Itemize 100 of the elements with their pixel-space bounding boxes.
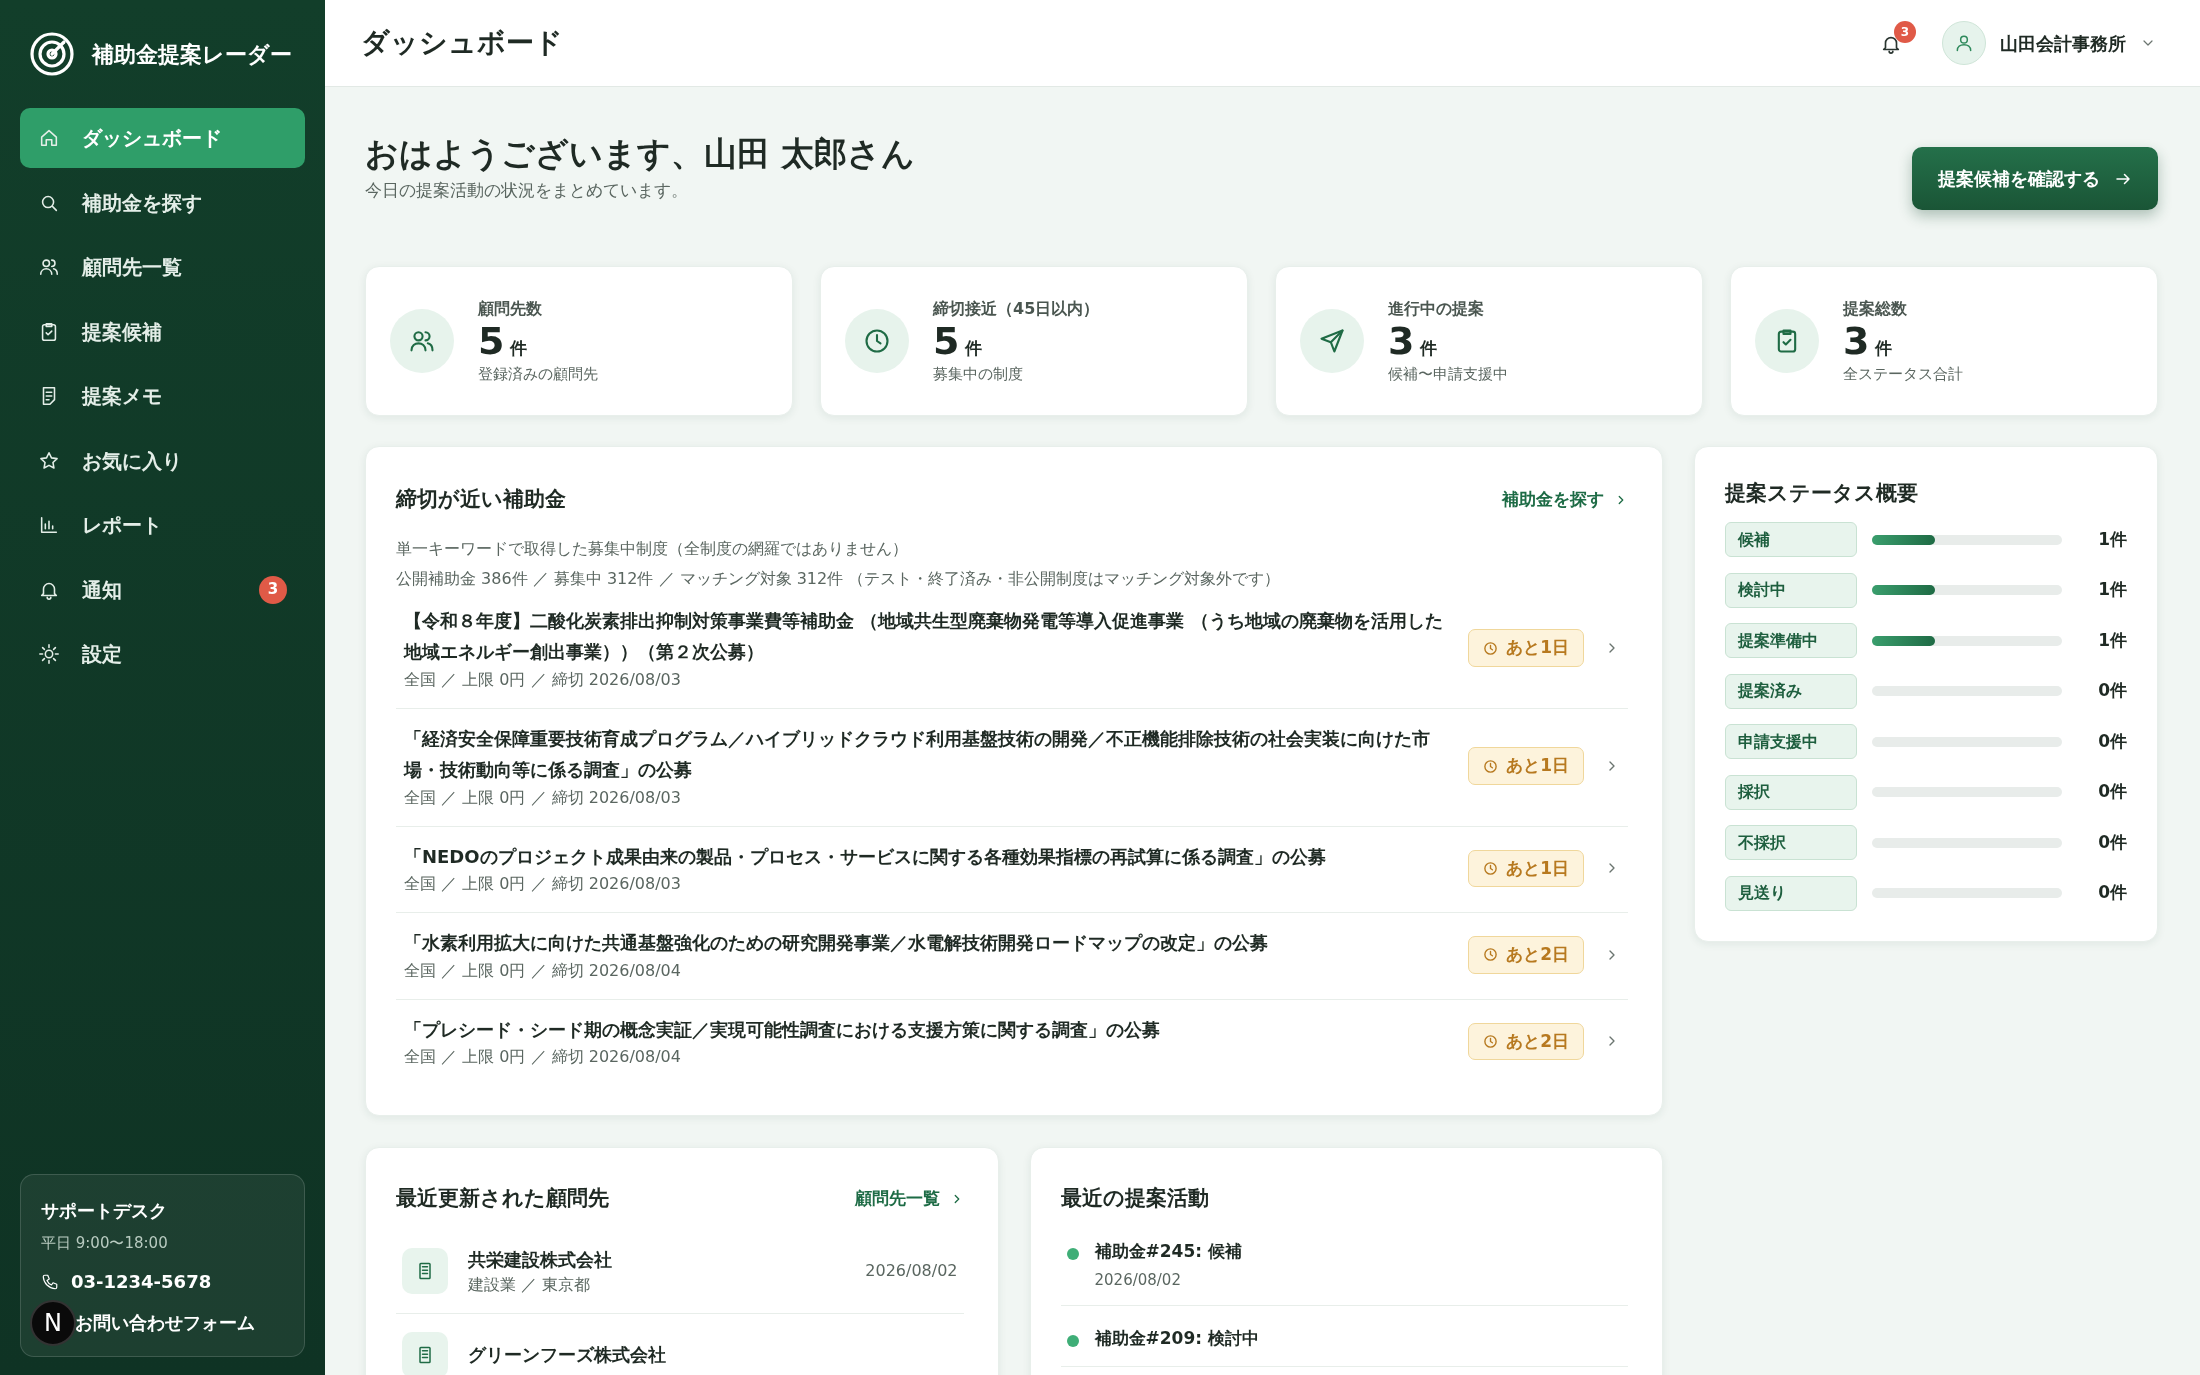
subsidy-title: 「経済安全保障重要技術育成プログラム／ハイブリッドクラウド利用基盤技術の開発／不正機能排除技術の社会実装に向けた市場・技術動向等に係る調査」の公募 xyxy=(404,726,1431,782)
notification-badge: 3 xyxy=(1894,21,1916,43)
clock-icon xyxy=(1483,947,1499,963)
stat-note: 候補〜申請支援中 xyxy=(1388,363,1508,385)
phone-number: 03-1234-5678 xyxy=(71,1270,212,1294)
activity-date: 2026/08/02 xyxy=(1094,1269,1182,1291)
activity-label: 補助金#209: 検討中 xyxy=(1094,1327,1259,1351)
subsidy-meta: 全国 ／ 上限 0円 ／ 締切 2026/08/04 xyxy=(404,1046,682,1068)
subsidy-meta: 全国 ／ 上限 0円 ／ 締切 2026/08/03 xyxy=(404,786,682,809)
stat-unit: 件 xyxy=(965,336,983,360)
home-icon xyxy=(38,127,60,149)
subsidy-row[interactable]: 「NEDOのプロジェクト成果由来の製品・プロセス・サービスに関する各種効果指標の再試算に係る調査」の公募 全国 ／ 上限 0円 ／ 締切 2026/08/03 あと1日 xyxy=(396,826,1628,913)
phone-icon xyxy=(41,1272,59,1291)
person-icon xyxy=(1954,33,1974,53)
status-count: 1件 xyxy=(2098,628,2127,652)
clock-icon xyxy=(1483,860,1499,876)
days-left-badge: あと1日 xyxy=(1468,747,1584,785)
section-title: 最近の提案活動 xyxy=(1060,1186,1209,1212)
status-tag: 申請支援中 xyxy=(1725,724,1857,760)
sidebar-item[interactable]: 設定 xyxy=(20,624,305,684)
section-title: 最近更新された顧問先 xyxy=(396,1186,609,1212)
status-count: 0件 xyxy=(2098,830,2127,854)
days-left-badge: あと1日 xyxy=(1468,849,1584,887)
subsidy-title: 「プレシード・シード期の概念実証／実現可能性調査における支援方策に関する調査」の公募 xyxy=(404,1017,1161,1042)
stat-label: 締切接近（45日以内） xyxy=(933,297,1100,320)
subsidy-row[interactable]: 「経済安全保障重要技術育成プログラム／ハイブリッドクラウド利用基盤技術の開発／不正機能排除技術の社会実装に向けた市場・技術動向等に係る調査」の公募 全国 ／ 上限 0円 ／ 締切 2026/08/03 あと1日 xyxy=(396,708,1628,827)
activity-label: 補助金#245: 候補 xyxy=(1094,1240,1242,1264)
section-title: 提案ステータス概要 xyxy=(1725,481,1919,507)
client-meta: 建設業 ／ 東京都 xyxy=(468,1273,592,1296)
target-logo-icon xyxy=(28,30,76,78)
greeting-subtitle: 今日の提案活動の状況をまとめています。 xyxy=(365,178,689,202)
contact-form-link[interactable]: お問い合わせフォーム xyxy=(75,1309,255,1336)
status-tag: 検討中 xyxy=(1725,572,1857,608)
clock-icon xyxy=(1483,1033,1499,1049)
status-tag: 提案準備中 xyxy=(1725,623,1857,659)
stat-value: 3 xyxy=(1843,320,1870,363)
stat-note: 登録済みの顧問先 xyxy=(478,363,598,385)
status-tag: 不採択 xyxy=(1725,825,1857,861)
stat-value: 3 xyxy=(1388,320,1415,363)
clock-icon xyxy=(1483,758,1499,774)
stat-note: 全ステータス合計 xyxy=(1843,363,1963,385)
sidebar-item[interactable]: レポート xyxy=(20,495,305,555)
stat-label: 進行中の提案 xyxy=(1388,297,1485,320)
subsidy-title: 【令和８年度】二酸化炭素排出抑制対策事業費等補助金 （地域共生型廃棄物発電等導入促進事業 （うち地域の廃棄物を活用した地域エネルギー創出事業））（第２次公募） xyxy=(404,608,1444,664)
sun-icon xyxy=(38,643,60,665)
stat-value: 5 xyxy=(933,320,960,363)
days-left-badge: あと1日 xyxy=(1468,629,1584,667)
subsidy-row[interactable]: 【令和８年度】二酸化炭素排出抑制対策事業費等補助金 （地域共生型廃棄物発電等導入促進事業 （うち地域の廃棄物を活用した地域エネルギー創出事業））（第２次公募） 全国 ／ 上限 0円 ／ 締切 2026/08/03 あと1日 xyxy=(396,590,1628,709)
sidebar-item[interactable]: 補助金を探す xyxy=(20,172,305,233)
find-subsidies-link[interactable]: 補助金を探す xyxy=(1502,487,1628,513)
subsidy-meta: 全国 ／ 上限 0円 ／ 締切 2026/08/03 xyxy=(404,668,682,691)
status-count: 0件 xyxy=(2098,679,2127,703)
sidebar-item[interactable]: 顧問先一覧 xyxy=(20,237,305,297)
client-name: 共栄建設株式会社 xyxy=(468,1247,612,1272)
stat-note: 募集中の制度 xyxy=(933,363,1024,385)
sidebar-item[interactable]: 提案メモ xyxy=(20,366,305,426)
clock-icon xyxy=(1483,640,1499,656)
client-row[interactable]: グリーンフーズ株式会社 xyxy=(396,1313,964,1375)
status-dot xyxy=(1066,1248,1079,1261)
client-name: グリーンフーズ株式会社 xyxy=(468,1343,666,1367)
clock-icon xyxy=(863,327,891,355)
client-list-link[interactable]: 顧問先一覧 xyxy=(854,1186,964,1212)
subsidy-meta: 全国 ／ 上限 0円 ／ 締切 2026/08/04 xyxy=(404,959,682,982)
stat-label: 提案総数 xyxy=(1843,297,1908,320)
sidebar-item[interactable]: 通知 3 xyxy=(20,559,305,620)
status-count: 0件 xyxy=(2098,729,2127,753)
review-candidates-button[interactable]: 提案候補を確認する xyxy=(1912,147,2158,210)
brand-name: 補助金提案レーダー xyxy=(92,40,292,69)
client-row[interactable]: 共栄建設株式会社 建設業 ／ 東京都 2026/08/02 xyxy=(396,1227,964,1314)
bar-chart-icon xyxy=(38,514,60,536)
status-tag: 候補 xyxy=(1725,522,1857,558)
page-title: ダッシュボード xyxy=(361,26,563,60)
paper-plane-icon xyxy=(1318,327,1346,355)
stat-value: 5 xyxy=(478,320,505,363)
people-icon xyxy=(38,256,60,278)
status-tag: 採択 xyxy=(1725,774,1857,810)
sidebar-item[interactable]: 提案候補 xyxy=(20,301,305,362)
status-tag: 提案済み xyxy=(1725,673,1857,709)
dev-tools-button[interactable]: N xyxy=(30,1300,76,1346)
building-icon xyxy=(402,1248,448,1294)
count-badge: 3 xyxy=(259,575,287,604)
status-dot xyxy=(1066,1335,1079,1348)
note-text: 単一キーワードで取得した募集中制度（全制度の網羅ではありません） xyxy=(396,537,909,560)
user-menu[interactable]: 山田会計事務所 xyxy=(1936,20,2162,66)
subsidy-title: 「水素利用拡大に向けた共通基盤強化のための研究開発事業／水電解技術開発ロードマップの改定」の公募 xyxy=(404,931,1269,955)
stat-label: 顧問先数 xyxy=(478,297,543,320)
stat-unit: 件 xyxy=(1420,336,1438,360)
subsidy-row[interactable]: 「プレシード・シード期の概念実証／実現可能性調査における支援方策に関する調査」の公募 全国 ／ 上限 0円 ／ 締切 2026/08/04 あと2日 xyxy=(396,999,1628,1085)
days-left-badge: あと2日 xyxy=(1468,1022,1584,1060)
subsidy-title: 「NEDOのプロジェクト成果由来の製品・プロセス・サービスに関する各種効果指標の再試算に係る調査」の公募 xyxy=(404,844,1327,869)
note-text: 公開補助金 386件 ／ 募集中 312件 ／ マッチング対象 312件 （テスト・終了済み・非公開制度はマッチング対象外です） xyxy=(396,567,1282,590)
status-count: 1件 xyxy=(2098,578,2127,602)
status-count: 0件 xyxy=(2098,780,2127,804)
subsidy-row[interactable]: 「水素利用拡大に向けた共通基盤強化のための研究開発事業／水電解技術開発ロードマップの改定」の公募 全国 ／ 上限 0円 ／ 締切 2026/08/04 あと2日 xyxy=(396,913,1628,1000)
status-tag: 見送り xyxy=(1725,875,1857,911)
sidebar-item[interactable]: お気に入り xyxy=(20,430,305,491)
support-hours: 平日 9:00〜18:00 xyxy=(41,1232,169,1254)
stat-unit: 件 xyxy=(510,336,528,360)
subsidy-meta: 全国 ／ 上限 0円 ／ 締切 2026/08/03 xyxy=(404,873,682,895)
star-icon xyxy=(38,449,60,472)
